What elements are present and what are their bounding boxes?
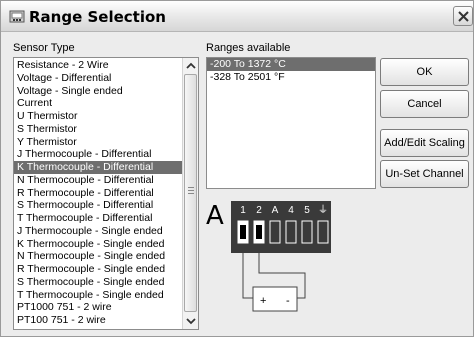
sensor-type-item[interactable]: Y Thermistor [14, 136, 182, 149]
scroll-up-icon[interactable] [184, 59, 198, 73]
connector-letter: A [206, 201, 224, 231]
terminal-label: A [272, 205, 279, 216]
sensor-type-label: Sensor Type [13, 42, 75, 54]
sensor-type-item[interactable]: Current [14, 97, 182, 110]
terminal-wire-end [240, 225, 246, 239]
sensor-type-item[interactable]: T Thermocouple - Differential [14, 212, 182, 225]
range-selection-dialog: Range Selection Sensor Type Resistance -… [0, 0, 474, 337]
close-button[interactable] [453, 6, 473, 26]
sensor-type-item[interactable]: U Thermistor [14, 110, 182, 123]
sensor-type-item[interactable]: R Thermocouple - Differential [14, 187, 182, 200]
sensor-type-items: Resistance - 2 Wire Voltage - Differentia… [14, 59, 182, 327]
window-title: Range Selection [29, 8, 166, 26]
sensor-type-item[interactable]: PT100 751 - 2 wire [14, 314, 182, 327]
app-icon [9, 9, 25, 24]
sensor-type-item[interactable]: S Thermocouple - Differential [14, 199, 182, 212]
range-items: -200 To 1372 °C -328 To 2501 °F [207, 58, 375, 84]
cancel-button[interactable]: Cancel [380, 90, 469, 118]
sensor-type-item[interactable]: J Thermocouple - Differential [14, 148, 182, 161]
title-bar[interactable]: Range Selection [1, 1, 473, 32]
terminal-slot [269, 220, 281, 244]
scroll-thumb[interactable] [184, 74, 197, 312]
range-item[interactable]: -200 To 1372 °C [207, 58, 375, 71]
sensor-type-item[interactable]: Voltage - Single ended [14, 85, 182, 98]
sensor-type-item[interactable]: Resistance - 2 Wire [14, 59, 182, 72]
terminal-label: 4 [288, 205, 294, 216]
terminal-label: 2 [256, 205, 262, 216]
range-item[interactable]: -328 To 2501 °F [207, 71, 375, 84]
wire-terminal-1 [242, 253, 253, 299]
sensor-type-item[interactable]: R Thermocouple - Single ended [14, 263, 182, 276]
sensor-type-item[interactable]: K Thermocouple - Single ended [14, 238, 182, 251]
sensor-type-item[interactable]: Voltage - Differential [14, 72, 182, 85]
unset-channel-button[interactable]: Un-Set Channel [380, 160, 469, 188]
scroll-down-icon[interactable] [184, 314, 198, 328]
wiring-diagram: 1 2 A 4 5 ⏚ + - [231, 201, 331, 312]
sensor-type-item[interactable]: T Thermocouple - Single ended [14, 289, 182, 302]
sensor-type-list[interactable]: Resistance - 2 Wire Voltage - Differentia… [13, 57, 199, 330]
ranges-list[interactable]: -200 To 1372 °C -328 To 2501 °F [206, 57, 376, 189]
terminal-label: ⏚ [318, 204, 328, 216]
plus-label: + [260, 295, 266, 307]
sensor-list-scrollbar[interactable] [182, 58, 198, 329]
terminal-wire-end [256, 225, 262, 239]
terminal-slot [285, 220, 297, 244]
close-icon [458, 11, 469, 22]
sensor-type-item[interactable]: S Thermistor [14, 123, 182, 136]
minus-label: - [286, 295, 290, 307]
sensor-type-item[interactable]: S Thermocouple - Single ended [14, 276, 182, 289]
add-edit-scaling-button[interactable]: Add/Edit Scaling [380, 129, 469, 157]
sensor-type-item[interactable]: N Thermocouple - Single ended [14, 250, 182, 263]
ok-button[interactable]: OK [380, 58, 469, 86]
sensor-type-item[interactable]: J Thermocouple - Single ended [14, 225, 182, 238]
terminal-slot [317, 220, 329, 244]
terminal-slot [301, 220, 313, 244]
terminal-label: 1 [240, 205, 246, 216]
ranges-available-label: Ranges available [206, 42, 291, 54]
sensor-type-item[interactable]: N Thermocouple - Differential [14, 174, 182, 187]
terminal-label: 5 [304, 205, 310, 216]
sensor-type-item[interactable]: K Thermocouple - Differential [14, 161, 182, 174]
sensor-type-item[interactable]: PT1000 751 - 2 wire [14, 301, 182, 314]
thumb-grip-icon [188, 187, 194, 194]
